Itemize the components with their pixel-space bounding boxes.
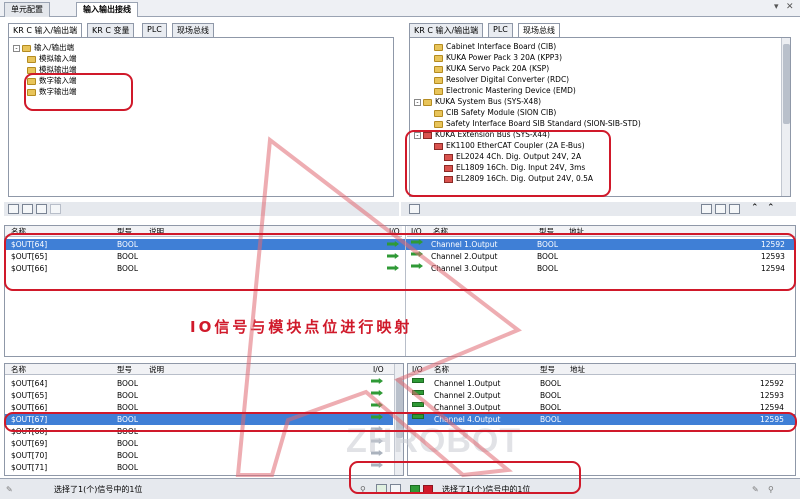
signal-type: BOOL bbox=[117, 379, 138, 388]
highlight-ethercat-modules bbox=[405, 130, 611, 197]
tree-label: Safety Interface Board SIB Standard (SIO… bbox=[446, 119, 641, 128]
channel-address: 12592 bbox=[760, 379, 784, 388]
tree-scrollbar[interactable] bbox=[781, 38, 790, 196]
tree-label: KUKA System Bus (SYS-X48) bbox=[435, 97, 542, 106]
tree-label: Electronic Mastering Device (EMD) bbox=[446, 86, 576, 95]
tree-node[interactable]: KUKA Servo Pack 20A (KSP) bbox=[434, 63, 549, 74]
folder-icon bbox=[22, 44, 31, 52]
pin-icon[interactable]: ▾ bbox=[774, 2, 779, 12]
tree-node[interactable]: - KUKA System Bus (SYS-X48) bbox=[414, 96, 541, 107]
signal-name: $OUT[70] bbox=[11, 451, 48, 460]
signal-type: BOOL bbox=[117, 391, 138, 400]
folder-icon bbox=[434, 54, 443, 62]
folder-icon bbox=[434, 65, 443, 73]
tree-node[interactable]: CIB Safety Module (SION CIB) bbox=[434, 107, 556, 118]
left-source-tabs: KR C 输入/输出端 KR C 变量 PLC 现场总线 bbox=[8, 23, 218, 37]
col-header-address[interactable]: 地址 bbox=[570, 364, 585, 375]
tab-plc-right[interactable]: PLC bbox=[488, 23, 513, 37]
filter-icon[interactable] bbox=[8, 204, 19, 214]
folder-icon bbox=[434, 120, 443, 128]
tree-label: Resolver Digital Converter (RDC) bbox=[446, 75, 570, 84]
edit-icon[interactable] bbox=[50, 204, 61, 214]
tree-node[interactable]: 模拟输入端 bbox=[27, 53, 77, 64]
tab-label: 现场总线 bbox=[177, 26, 209, 35]
channel-type: BOOL bbox=[540, 379, 561, 388]
filter-icon[interactable] bbox=[701, 204, 712, 214]
close-icon[interactable]: ✕ bbox=[786, 2, 794, 12]
signal-name: $OUT[71] bbox=[11, 463, 48, 472]
folder-icon bbox=[434, 43, 443, 51]
folder-icon bbox=[434, 87, 443, 95]
tab-cell-config[interactable]: 单元配置 bbox=[4, 2, 50, 17]
col-header-name[interactable]: 名称 bbox=[11, 364, 26, 375]
channel-type: BOOL bbox=[540, 391, 561, 400]
tab-label: PLC bbox=[147, 25, 162, 34]
status-text: 选择了1(个)信号中的1位 bbox=[54, 485, 143, 494]
zoom-icon[interactable]: ⚲ bbox=[768, 479, 774, 499]
tab-label: 现场总线 bbox=[523, 26, 555, 35]
filter-output-icon[interactable] bbox=[22, 204, 33, 214]
tool-icon[interactable]: ✎ bbox=[752, 479, 759, 499]
tree-node[interactable]: Electronic Mastering Device (EMD) bbox=[434, 85, 576, 96]
signal-name: $OUT[69] bbox=[11, 439, 48, 448]
filter-input-icon[interactable] bbox=[729, 204, 740, 214]
col-header-type[interactable]: 型号 bbox=[117, 364, 132, 375]
tab-label: PLC bbox=[493, 25, 508, 34]
tab-label: 输入输出接线 bbox=[83, 5, 131, 14]
collapse-all-icon[interactable]: ⌃ bbox=[767, 203, 775, 213]
tab-io-wiring[interactable]: 输入输出接线 bbox=[76, 2, 138, 17]
collapse-icon[interactable]: - bbox=[13, 44, 20, 52]
signal-name: $OUT[65] bbox=[11, 391, 48, 400]
tree-label: 模拟输入端 bbox=[39, 54, 77, 63]
tree-label: KUKA Power Pack 3 20A (KPP3) bbox=[446, 53, 563, 62]
folder-icon bbox=[434, 76, 443, 84]
folder-icon bbox=[423, 98, 432, 106]
tree-node[interactable]: Resolver Digital Converter (RDC) bbox=[434, 74, 569, 85]
signal-type: BOOL bbox=[117, 463, 138, 472]
tab-plc-left[interactable]: PLC bbox=[142, 23, 167, 37]
tab-krc-io-right[interactable]: KR C 输入/输出端 bbox=[409, 23, 484, 37]
folder-icon bbox=[27, 55, 36, 63]
left-status-bar: ✎ 选择了1(个)信号中的1位 ⚲ bbox=[0, 478, 402, 499]
tree-node[interactable]: - 输入/输出端 bbox=[13, 42, 74, 53]
highlight-mapped-signals bbox=[4, 233, 796, 291]
col-header-desc[interactable]: 说明 bbox=[149, 364, 164, 375]
tab-label: KR C 变量 bbox=[92, 26, 130, 35]
tree-label: CIB Safety Module (SION CIB) bbox=[446, 108, 557, 117]
filter-input-icon[interactable] bbox=[36, 204, 47, 214]
tab-label: KR C 输入/输出端 bbox=[414, 26, 479, 35]
highlight-status bbox=[349, 461, 581, 494]
filter-output-icon[interactable] bbox=[715, 204, 726, 214]
expand-all-icon[interactable]: ⌃ bbox=[751, 203, 759, 213]
tree-node[interactable]: Cabinet Interface Board (CIB) bbox=[434, 41, 556, 52]
collapse-icon[interactable]: - bbox=[414, 98, 421, 106]
signal-type: BOOL bbox=[117, 451, 138, 460]
tab-krc-io-left[interactable]: KR C 输入/输出端 bbox=[8, 23, 83, 37]
signal-type: BOOL bbox=[117, 439, 138, 448]
tree-label: KUKA Servo Pack 20A (KSP) bbox=[446, 64, 550, 73]
tab-krc-vars[interactable]: KR C 变量 bbox=[87, 23, 135, 37]
folder-icon bbox=[434, 109, 443, 117]
right-target-tabs: KR C 输入/输出端 PLC 现场总线 bbox=[409, 23, 609, 37]
tree-label: 输入/输出端 bbox=[34, 43, 75, 52]
tab-label: KR C 输入/输出端 bbox=[13, 26, 78, 35]
channel-address: 12593 bbox=[760, 391, 784, 400]
signal-name: $OUT[64] bbox=[11, 379, 48, 388]
highlight-digital-io bbox=[24, 73, 133, 111]
tool-icon[interactable]: ✎ bbox=[6, 479, 13, 499]
tree-node[interactable]: Safety Interface Board SIB Standard (SIO… bbox=[434, 118, 641, 129]
highlight-selected-row bbox=[4, 412, 797, 432]
tree-label: Cabinet Interface Board (CIB) bbox=[446, 42, 557, 51]
tree-node[interactable]: KUKA Power Pack 3 20A (KPP3) bbox=[434, 52, 562, 63]
scrollbar-thumb[interactable] bbox=[783, 44, 790, 124]
tab-label: 单元配置 bbox=[11, 5, 43, 14]
tab-fieldbus-left[interactable]: 现场总线 bbox=[172, 23, 214, 37]
document-tab-bar: 单元配置 输入输出接线 ▾ ✕ bbox=[0, 0, 800, 17]
tab-fieldbus-right[interactable]: 现场总线 bbox=[518, 23, 560, 37]
col-header-type[interactable]: 型号 bbox=[540, 364, 555, 375]
